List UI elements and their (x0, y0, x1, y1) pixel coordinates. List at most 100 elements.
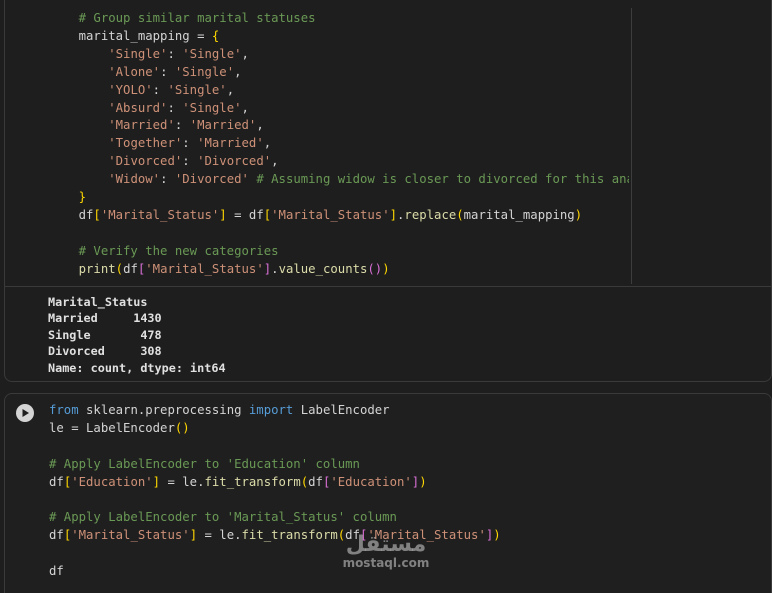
watermark-text: mostaql.com (342, 556, 430, 570)
code-line: # Group similar marital statuses (49, 10, 629, 28)
code-token: : (174, 118, 190, 133)
code-token: 'YOLO' (108, 82, 153, 97)
code-line: ​ (49, 492, 749, 510)
code-token: df (49, 528, 64, 543)
code-token: : (160, 64, 175, 79)
code-token: 'Together' (108, 136, 183, 151)
code-token: sklearn.preprocessing (78, 403, 249, 417)
code-token: # Apply LabelEncoder to 'Education' colu… (49, 456, 360, 471)
code-line: ​ (49, 225, 629, 243)
watermark-logo: مستقل (345, 532, 427, 557)
code-token: 'Absurd' (108, 100, 168, 115)
code-token: , (226, 82, 235, 97)
code-line: # Apply LabelEncoder to 'Marital_Status'… (49, 509, 749, 527)
code-line: 'Single': 'Single', (49, 46, 629, 64)
code-token: : (152, 82, 168, 97)
code-token: ] (152, 474, 161, 489)
code-token: 'Married' (108, 118, 175, 133)
code-token: replace (404, 207, 457, 222)
code-token: , (241, 100, 249, 115)
code-token: , (241, 46, 249, 61)
code-token: , (271, 154, 279, 169)
code-line: 'Absurd': 'Single', (49, 100, 629, 118)
code-token: { (211, 28, 220, 43)
code-token: 'Single' (108, 46, 168, 61)
code-line: # Verify the new categories (49, 243, 629, 261)
code-token: import (248, 403, 294, 417)
code-token: 'Divorced' (108, 154, 183, 169)
code-token: : (182, 154, 198, 169)
code-token: : (167, 100, 183, 115)
code-token: () (367, 261, 383, 276)
code-token: , (234, 64, 242, 79)
code-token: = le. (197, 528, 242, 543)
code-line: ​ (49, 438, 749, 456)
code-token: 'Single' (174, 64, 235, 79)
code-token: () (174, 420, 190, 435)
code-token: 'Marital_Status' (271, 207, 390, 222)
code-token: 'Married' (197, 136, 264, 151)
code-token: : (160, 172, 175, 187)
code-token: ] (389, 207, 398, 222)
output-divider (5, 286, 771, 287)
code-line: print(df['Marital_Status'].value_counts(… (49, 261, 629, 279)
code-token: , (263, 136, 272, 151)
code-token: : (182, 136, 198, 151)
code-token: # Apply LabelEncoder to 'Marital_Status'… (49, 510, 397, 525)
cell-output: Marital_Status Married 1430 Single 478 D… (48, 295, 226, 375)
code-token: df (49, 564, 64, 579)
code-token: 'Single' (167, 82, 227, 97)
code-token: df (49, 474, 64, 489)
code-token: df (49, 207, 94, 222)
code-token: df (308, 474, 323, 489)
code-token: 'Widow' (108, 172, 161, 187)
code-line: 'Widow': 'Divorced' # Assuming widow is … (49, 171, 629, 189)
code-token: } (78, 190, 87, 205)
code-token: fit_transform (204, 474, 301, 489)
code-token: # Group similar marital statuses (49, 11, 316, 25)
code-line: from sklearn.preprocessing import LabelE… (49, 402, 749, 420)
code-token: df (123, 261, 138, 276)
code-token: ] (189, 528, 198, 543)
code-line: marital_mapping = { (49, 28, 629, 46)
code-line: 'Married': 'Married', (49, 117, 629, 135)
code-token: marital_mapping = (49, 28, 212, 43)
code-token: ) (574, 207, 583, 222)
code-token: LabelEncoder (293, 403, 390, 417)
code-editor[interactable]: # Group similar marital statuses marital… (49, 10, 629, 279)
code-token: ) (382, 261, 390, 276)
watermark: مستقل mostaql.com (336, 532, 436, 571)
code-token: 'Divorced' (197, 154, 272, 169)
code-token: [ (93, 207, 101, 222)
code-token: 'Single' (182, 46, 242, 61)
editor-scrollbar[interactable] (631, 8, 632, 284)
code-token: fit_transform (241, 528, 338, 543)
code-line: 'YOLO': 'Single', (49, 82, 629, 100)
code-cell-marital-mapping[interactable]: # Group similar marital statuses marital… (4, 0, 772, 382)
code-line: # Apply LabelEncoder to 'Education' colu… (49, 456, 749, 474)
code-token: 'Single' (182, 100, 242, 115)
code-token: le = LabelEncoder (49, 420, 175, 435)
code-line: df['Education'] = le.fit_transform(df['E… (49, 474, 749, 492)
code-token: ( (115, 261, 124, 276)
code-line: 'Together': 'Married', (49, 135, 629, 153)
code-token: 'Marital_Status' (145, 261, 264, 276)
code-token: 'Marital_Status' (100, 207, 220, 222)
run-cell-button[interactable] (16, 404, 34, 422)
code-token: 'Education' (71, 474, 153, 489)
code-token: # Verify the new categories (49, 243, 279, 258)
code-token: 'Marital_Status' (71, 528, 190, 543)
code-token: print (78, 261, 116, 276)
code-line: df['Marital_Status'] = df['Marital_Statu… (49, 207, 629, 225)
code-token: marital_mapping (463, 207, 575, 222)
code-token: = le. (160, 474, 205, 489)
code-token: ) (493, 528, 501, 543)
code-token: ] (219, 207, 227, 222)
